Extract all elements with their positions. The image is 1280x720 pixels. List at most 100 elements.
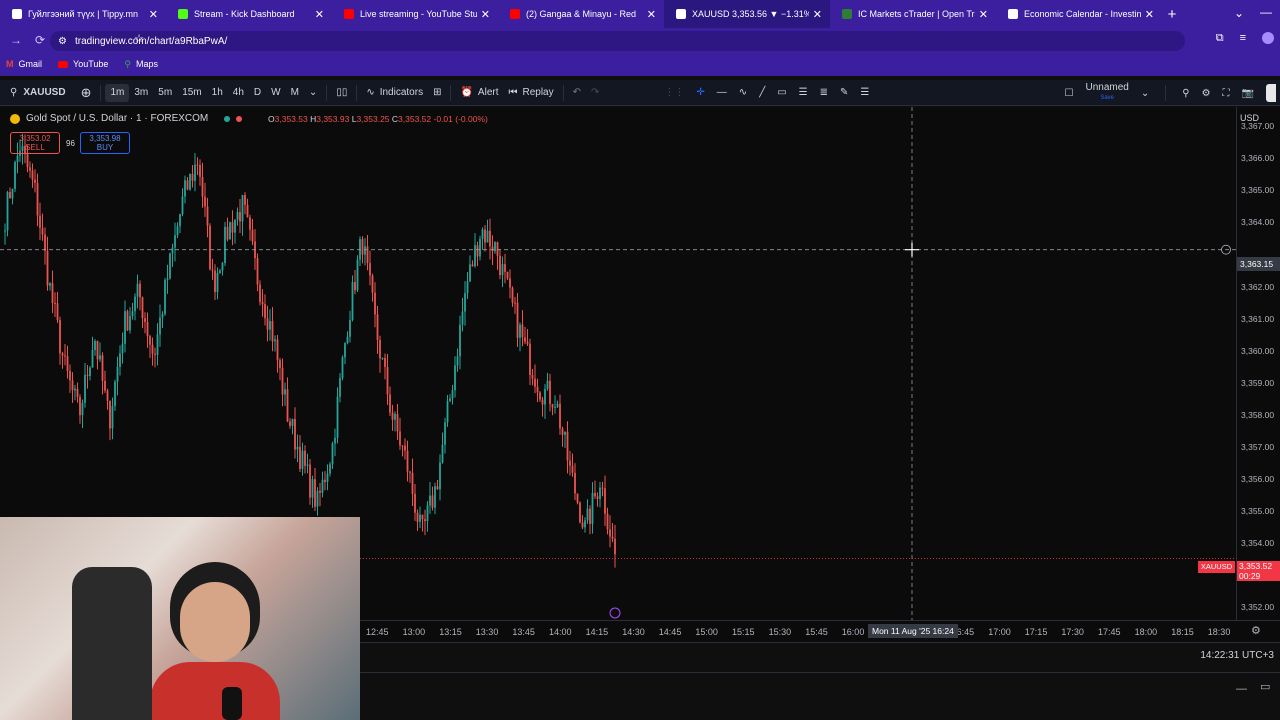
browser-tab[interactable]: XAUUSD 3,353.56 ▼ −1.31% Un ✕ [664, 0, 830, 28]
browser-tab[interactable]: Гуйлгээний түүх | Tippy.mn ✕ [0, 0, 166, 28]
candle-body [229, 222, 231, 240]
time-tick-label: 14:15 [585, 627, 609, 637]
tab-close-icon[interactable]: ✕ [315, 8, 324, 21]
site-info-icon[interactable]: ⚙ [58, 36, 67, 47]
more-tools-icon[interactable]: ☰ [860, 87, 869, 98]
tab-close-icon[interactable]: ✕ [149, 8, 158, 21]
candle-body [134, 296, 136, 312]
rectangle-icon[interactable]: ▭ [777, 87, 786, 98]
compare-symbol-icon[interactable]: ⊕ [76, 80, 97, 106]
trend-line-icon[interactable]: ― [717, 87, 727, 98]
extensions-icon[interactable]: ⧉ [1216, 32, 1224, 45]
tab-close-icon[interactable]: ✕ [813, 8, 822, 21]
quick-search-icon[interactable]: ⚲ [1182, 88, 1189, 99]
brush-icon[interactable]: ∿ [739, 87, 747, 98]
indicators-button[interactable]: ∿ Indicators [361, 80, 428, 106]
snapshot-icon[interactable]: 📷 [1242, 88, 1254, 99]
ohlc-open: 3,353.53 [274, 114, 308, 124]
currency-selector[interactable]: USD [1240, 113, 1259, 123]
alarm-clock-icon: ⏰ [460, 87, 473, 98]
minimize-panel-icon[interactable]: — [1236, 683, 1247, 695]
interval-dropdown-icon[interactable]: ⌄ [304, 80, 322, 106]
interval-5m[interactable]: 5m [153, 80, 177, 106]
publish-button[interactable] [1266, 84, 1276, 102]
browser-tab[interactable]: Economic Calendar - Investing ✕ [996, 0, 1162, 28]
candle-body [571, 465, 574, 473]
candle-type-icon[interactable]: ▯▯ [331, 80, 352, 106]
interval-d[interactable]: D [249, 80, 266, 106]
window-minimize-icon[interactable]: — [1260, 5, 1272, 19]
layout-checkbox-icon[interactable]: ☐ [1065, 88, 1074, 99]
parallel-channel-icon[interactable]: ≣ [820, 87, 828, 98]
measure-icon[interactable]: ✎ [840, 87, 848, 98]
candle-body [9, 192, 11, 199]
interval-m[interactable]: M [286, 80, 304, 106]
candle-body [181, 196, 184, 215]
bookmark-gmail[interactable]: M Gmail [6, 59, 42, 69]
sell-button[interactable]: 3,353.02 SELL [10, 132, 60, 154]
replay-button[interactable]: ⏮ Replay [503, 80, 558, 106]
axis-settings-icon[interactable]: ⚙ [1251, 624, 1261, 637]
browser-tab[interactable]: Live streaming - YouTube Studio ✕ [332, 0, 498, 28]
buy-button[interactable]: 3,353.98 BUY [80, 132, 130, 154]
market-event-dot [236, 115, 243, 122]
drag-handle-icon[interactable]: ⋮⋮ [664, 87, 684, 98]
fib-icon[interactable]: ☰ [799, 87, 808, 98]
tab-close-icon[interactable]: ✕ [1145, 8, 1154, 21]
candle-body [396, 413, 399, 432]
price-axis[interactable]: 3,367.00 3,366.00 3,365.00 3,364.00 3,362.00… [1236, 107, 1280, 620]
candle-body [494, 242, 496, 252]
tab-close-icon[interactable]: ✕ [647, 8, 656, 21]
undo-icon[interactable]: ↶ [568, 80, 586, 106]
crosshair-icon[interactable]: ✛ [696, 87, 704, 98]
candle-body [269, 320, 271, 330]
redo-icon[interactable]: ↷ [586, 80, 604, 106]
reading-list-icon[interactable]: ≡ [1240, 32, 1246, 45]
interval-1h[interactable]: 1h [207, 80, 228, 106]
symbol-search[interactable]: ⚲ XAUUSD [0, 87, 76, 98]
interval-1m[interactable]: 1m [105, 83, 130, 102]
profile-avatar[interactable] [1262, 32, 1274, 44]
price-tick-label: 3,361.00 [1241, 313, 1275, 324]
bookmark-maps[interactable]: ⚲ Maps [124, 59, 158, 70]
interval-w[interactable]: W [266, 80, 285, 106]
forward-icon[interactable]: → [6, 33, 26, 47]
candle-body [256, 258, 259, 285]
maximize-panel-icon[interactable]: ▭ [1260, 680, 1270, 693]
templates-icon[interactable]: ⊞ [428, 80, 446, 106]
interval-15m[interactable]: 15m [177, 80, 206, 106]
candle-body [316, 490, 319, 507]
economic-event-marker-icon[interactable] [609, 607, 621, 619]
interval-3m[interactable]: 3m [129, 80, 153, 106]
candle-body [71, 380, 74, 391]
candle-body [239, 212, 241, 222]
bookmark-youtube[interactable]: YouTube [58, 59, 108, 69]
layout-name-button[interactable]: Unnamed Save [1086, 83, 1129, 103]
candle-body [51, 283, 54, 303]
bookmark-star-icon[interactable]: ☆ [134, 32, 144, 45]
browser-tab[interactable]: Stream - Kick Dashboard ✕ [166, 0, 332, 28]
webcam-overlay [0, 517, 360, 720]
tab-close-icon[interactable]: ✕ [979, 8, 988, 21]
bookmarks-bar: M Gmail YouTube ⚲ Maps [0, 52, 1280, 76]
candle-body [266, 318, 269, 330]
timezone-clock[interactable]: 14:22:31 UTC+3 [1200, 650, 1274, 661]
tab-close-icon[interactable]: ✕ [481, 8, 490, 21]
reload-icon[interactable]: ⟳ [30, 33, 50, 47]
replay-icon: ⏮ [508, 87, 518, 98]
time-tick-label: 15:30 [768, 627, 792, 637]
time-axis[interactable]: 12:45 13:00 13:15 13:30 13:45 14:00 14:15 14:30… [360, 620, 1280, 642]
new-tab-button[interactable]: + [1162, 6, 1182, 23]
layout-dropdown-icon[interactable]: ⌄ [1141, 88, 1149, 99]
browser-tab[interactable]: IC Markets cTrader | Open Trad ✕ [830, 0, 996, 28]
indicators-label: Indicators [379, 87, 424, 98]
interval-4h[interactable]: 4h [228, 80, 249, 106]
ray-icon[interactable]: ╱ [759, 87, 765, 98]
browser-tab[interactable]: (2) Gangaa & Minayu - Red ✕ [498, 0, 664, 28]
alert-button[interactable]: ⏰ Alert [455, 80, 503, 106]
tab-search-icon[interactable]: ⌄ [1234, 6, 1244, 20]
candle-body [369, 263, 371, 276]
candle-body [434, 486, 436, 508]
settings-icon[interactable]: ⚙ [1202, 88, 1211, 99]
fullscreen-icon[interactable]: ⛶ [1223, 88, 1230, 99]
